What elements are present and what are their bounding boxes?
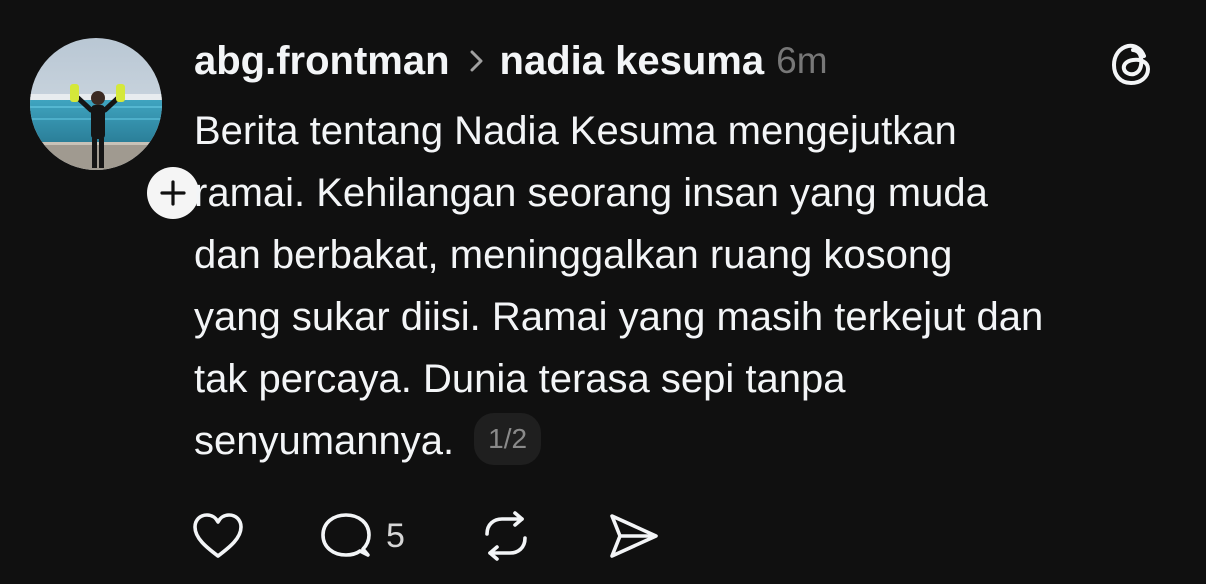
threads-logo-icon[interactable] [1108, 38, 1158, 88]
post-text-line: Berita tentang Nadia Kesuma mengejutkan [194, 109, 957, 153]
post-timestamp: 6m [776, 40, 828, 81]
like-button[interactable] [190, 508, 246, 564]
post-text-line: tak percaya. Dunia terasa sepi tanpa [194, 357, 846, 401]
post-text-line: yang sukar diisi. Ramai yang masih terke… [194, 295, 1044, 339]
avatar[interactable] [30, 38, 162, 170]
comment-icon [321, 513, 371, 557]
page-indicator-badge[interactable]: 1/2 [474, 413, 542, 466]
repost-icon [485, 511, 527, 561]
post-header: abg.frontman nadia kesuma 6m [194, 36, 828, 86]
reply-button[interactable]: 5 [318, 508, 405, 564]
heart-icon [193, 513, 243, 558]
author-username[interactable]: abg.frontman [194, 39, 450, 84]
post-text-line: ramai. Kehilangan seorang insan yang mud… [194, 171, 988, 215]
avatar-image [30, 38, 162, 170]
thread-post: abg.frontman nadia kesuma 6m Berita tent… [0, 0, 1206, 584]
post-text-last-line: senyumannya. 1/2 [194, 410, 1184, 472]
chevron-right-icon [470, 50, 484, 72]
share-button[interactable] [606, 508, 662, 564]
repost-button[interactable] [478, 508, 534, 564]
avatar-container [30, 38, 202, 222]
send-icon [610, 514, 658, 558]
post-body: Berita tentang Nadia Kesuma mengejutkan … [194, 100, 1184, 472]
plus-icon [160, 180, 186, 206]
reply-count: 5 [386, 516, 405, 555]
post-text-line: dan berbakat, meninggalkan ruang kosong [194, 233, 953, 277]
post-text-line: senyumannya. [194, 419, 455, 463]
follow-badge-inner [147, 167, 199, 219]
reply-to-username[interactable]: nadia kesuma [500, 39, 765, 84]
